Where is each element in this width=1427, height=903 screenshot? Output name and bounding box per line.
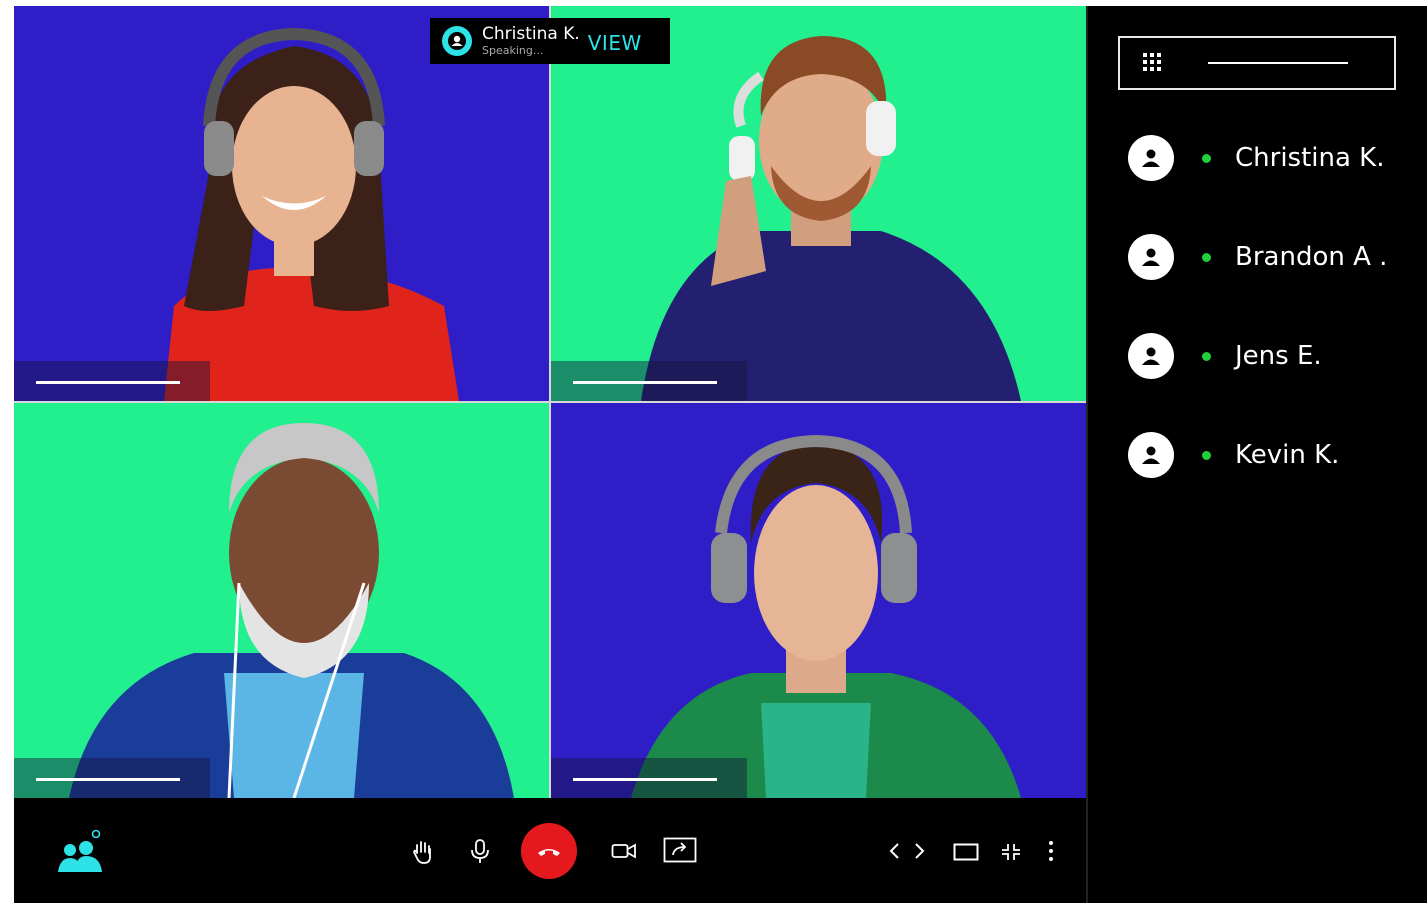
participant-name: Jens E.: [1235, 341, 1322, 371]
participant-video: [551, 403, 1086, 798]
video-call-app: Christina K. Speaking... VIEW Christina …: [14, 6, 1427, 903]
participant-video: [14, 403, 549, 798]
video-tile-brandon[interactable]: [551, 6, 1086, 401]
participant-name-bar: [14, 361, 210, 401]
participant-video: [551, 6, 1086, 401]
more-vertical-icon[interactable]: [1044, 838, 1058, 864]
avatar-icon: [1128, 432, 1174, 478]
participant-item[interactable]: Christina K.: [1128, 134, 1385, 182]
camera-icon[interactable]: [610, 838, 638, 864]
video-tile-kevin[interactable]: [551, 403, 1086, 798]
online-status-dot: [1202, 351, 1211, 361]
participant-name: Kevin K.: [1235, 440, 1340, 470]
avatar-icon: [1128, 333, 1174, 379]
speaker-name: Christina K.: [482, 24, 580, 44]
online-status-dot: [1202, 450, 1211, 460]
participant-name-bar: [551, 758, 747, 798]
participant-item[interactable]: Brandon A .: [1128, 233, 1387, 281]
chevron-left-icon[interactable]: [886, 840, 902, 862]
avatar-icon: [1128, 135, 1174, 181]
user-avatar-icon: [442, 26, 472, 56]
speaker-status: Speaking...: [482, 44, 544, 57]
microphone-icon[interactable]: [467, 836, 493, 866]
video-grid: Christina K. Speaking... VIEW: [14, 6, 1086, 798]
call-controls-bar: [14, 798, 1086, 903]
chevron-right-icon[interactable]: [912, 840, 928, 862]
layout-icon[interactable]: [952, 842, 980, 862]
view-button[interactable]: VIEW: [588, 31, 642, 55]
participants-panel: Christina K. Brandon A . Jens E. Kevin K…: [1086, 6, 1427, 903]
active-speaker-badge: Christina K. Speaking... VIEW: [430, 18, 670, 64]
share-screen-icon[interactable]: [662, 835, 698, 865]
collapse-icon[interactable]: [999, 841, 1023, 863]
participant-name: Brandon A .: [1235, 242, 1388, 272]
grid-menu-icon[interactable]: [1142, 52, 1162, 72]
participant-name-bar: [14, 758, 210, 798]
participant-video: [14, 6, 549, 401]
hang-up-icon[interactable]: [521, 823, 577, 879]
participant-item[interactable]: Kevin K.: [1128, 431, 1339, 479]
raise-hand-icon[interactable]: [410, 838, 436, 866]
online-status-dot: [1202, 252, 1211, 262]
participant-name: Christina K.: [1235, 143, 1385, 173]
participant-name-bar: [551, 361, 747, 401]
header-placeholder-line: [1208, 62, 1348, 64]
avatar-icon: [1128, 234, 1174, 280]
online-status-dot: [1202, 153, 1211, 163]
people-icon[interactable]: [54, 828, 106, 876]
participant-item[interactable]: Jens E.: [1128, 332, 1322, 380]
video-tile-christina[interactable]: [14, 6, 549, 401]
participants-header[interactable]: [1118, 36, 1396, 90]
video-tile-jens[interactable]: [14, 403, 549, 798]
